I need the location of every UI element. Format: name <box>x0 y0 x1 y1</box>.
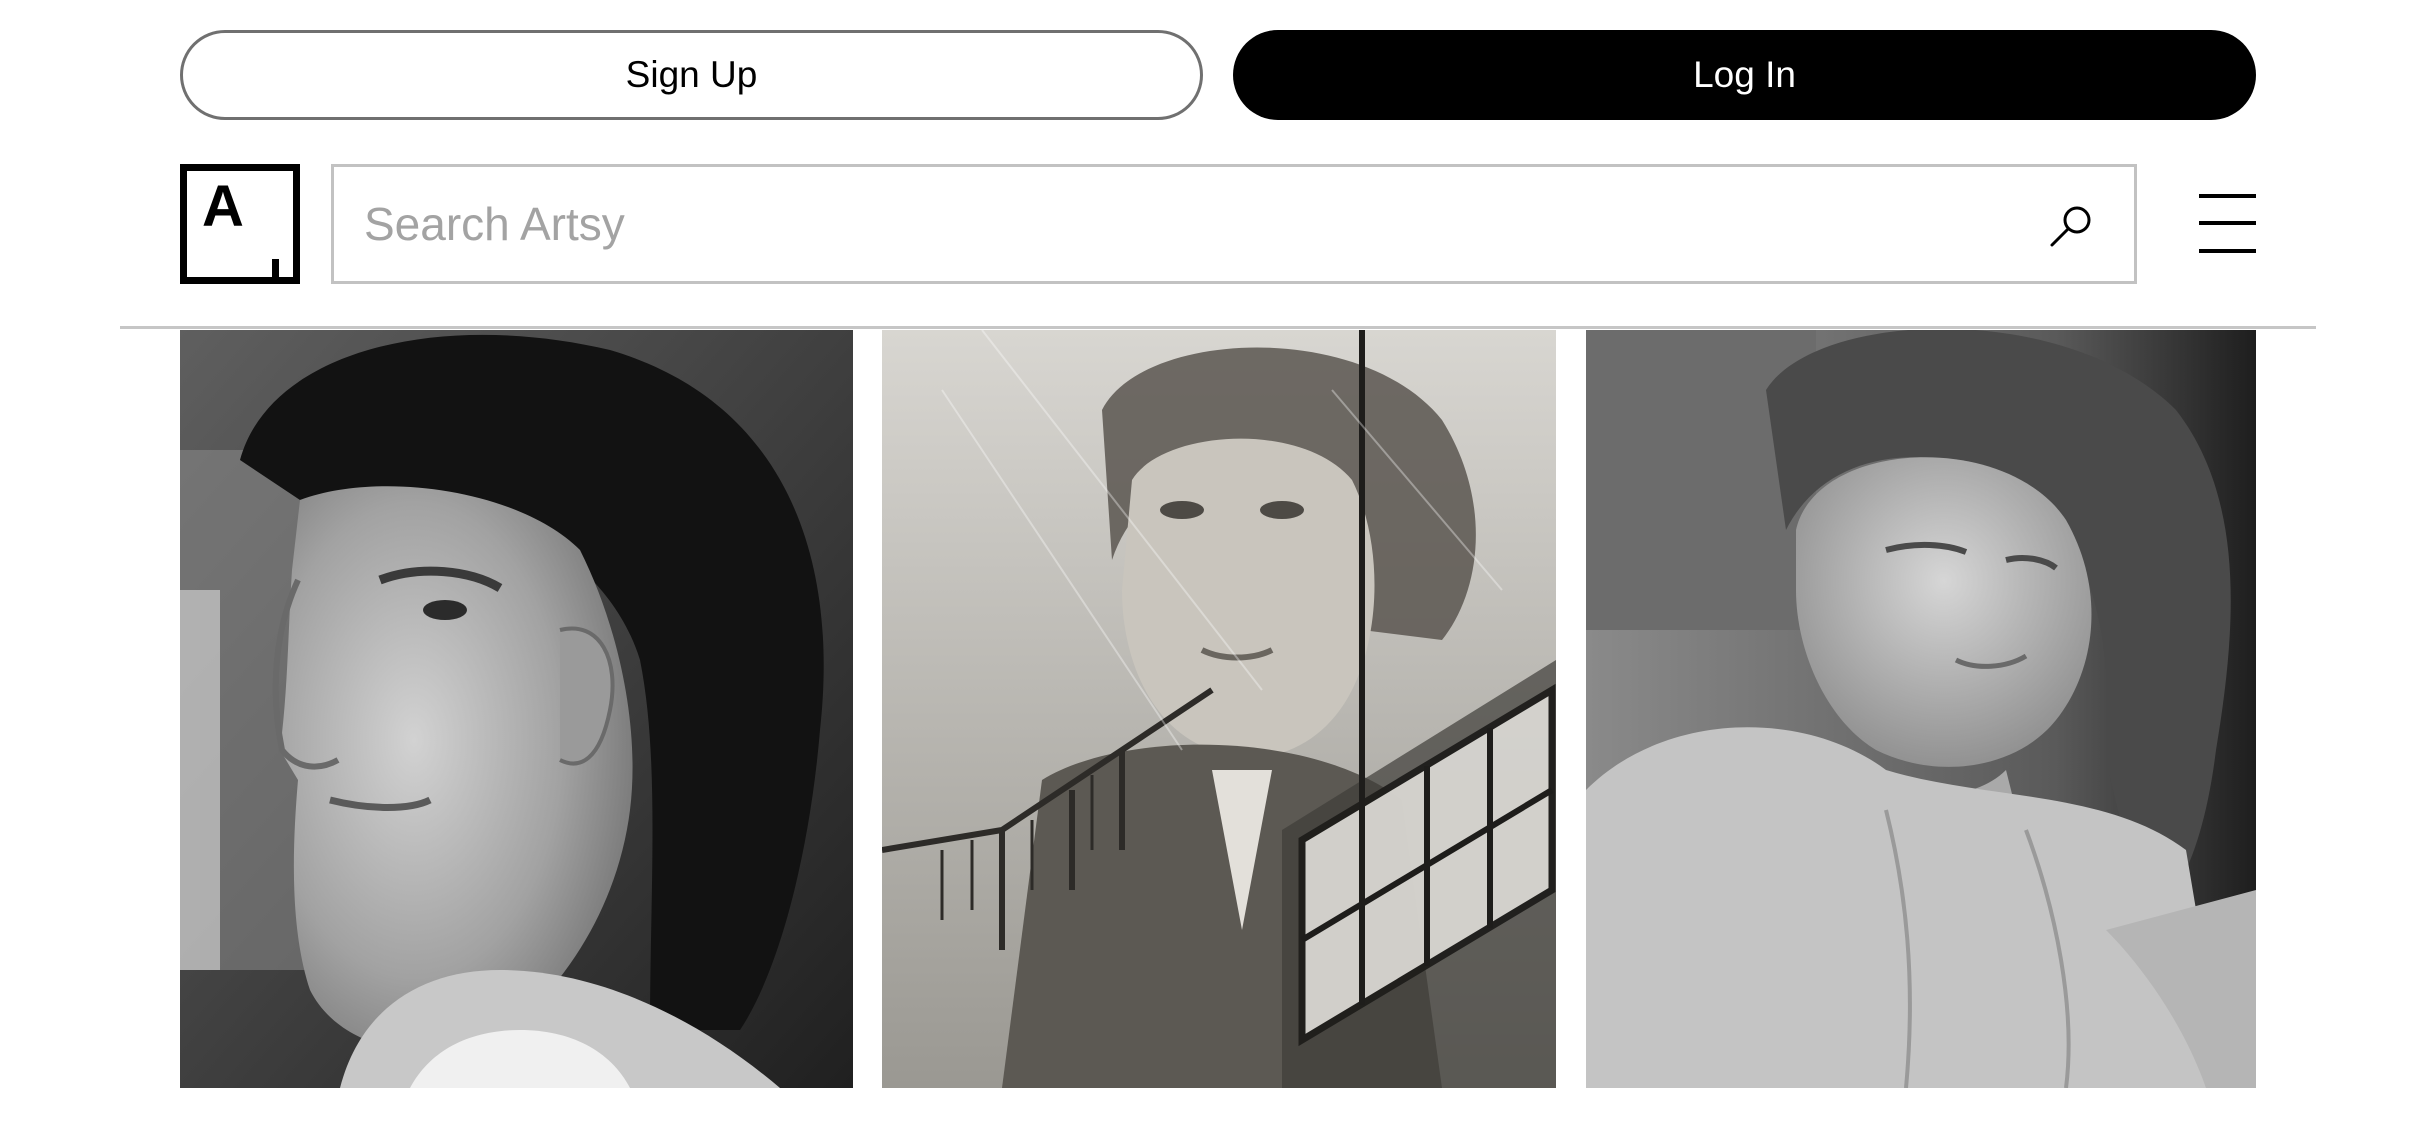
sign-up-button[interactable]: Sign Up <box>180 30 1203 120</box>
logo-mark <box>272 259 279 284</box>
search-input[interactable] <box>364 167 2004 281</box>
header-divider <box>120 326 2316 329</box>
gallery-photo[interactable] <box>882 330 1556 1088</box>
gallery-photo[interactable] <box>1586 330 2256 1088</box>
sign-up-label: Sign Up <box>625 54 758 95</box>
search-icon[interactable] <box>2048 203 2094 249</box>
site-header: A <box>180 164 2256 286</box>
artist-gallery <box>180 330 2256 1088</box>
hamburger-menu-icon[interactable] <box>2199 194 2256 254</box>
artsy-page: Sign Up Log In A <box>0 0 2436 1125</box>
search-box <box>331 164 2137 284</box>
artsy-logo[interactable]: A <box>180 164 300 284</box>
portrait-image <box>180 330 853 1088</box>
portrait-image <box>882 330 1556 1088</box>
portrait-image <box>1586 330 2256 1088</box>
auth-bar: Sign Up Log In <box>180 30 2256 120</box>
gallery-photo[interactable] <box>180 330 853 1088</box>
logo-letter: A <box>202 174 244 239</box>
log-in-label: Log In <box>1693 54 1796 95</box>
log-in-button[interactable]: Log In <box>1233 30 2256 120</box>
